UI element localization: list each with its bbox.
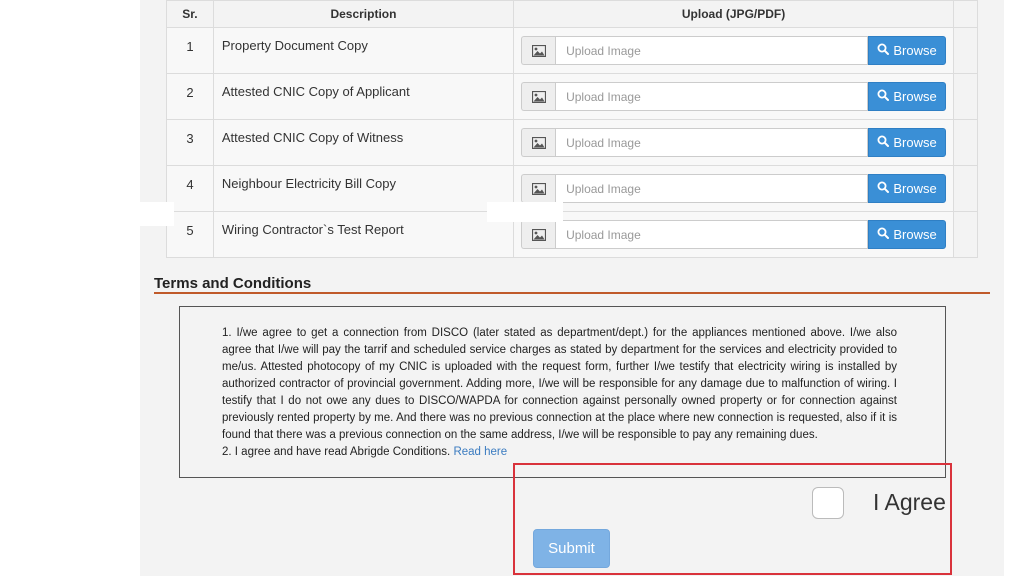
search-icon — [877, 135, 890, 150]
terms-paragraph-2-text: 2. I agree and have read Abrigde Conditi… — [222, 446, 451, 458]
browse-button[interactable]: Browse — [868, 220, 947, 249]
browse-label: Browse — [893, 135, 937, 150]
row-description: Attested CNIC Copy of Applicant — [212, 73, 515, 120]
row-spacer — [953, 211, 978, 258]
browse-label: Browse — [893, 227, 937, 242]
browse-label: Browse — [893, 89, 937, 104]
browse-label: Browse — [893, 181, 937, 196]
upload-file-input[interactable]: Upload Image — [555, 36, 869, 65]
image-icon — [521, 220, 556, 249]
terms-box: 1. I/we agree to get a connection from D… — [179, 306, 946, 478]
table-row: 3 Attested CNIC Copy of Witness Upload Ima… — [166, 119, 978, 166]
browse-label: Browse — [893, 43, 937, 58]
row-description: Attested CNIC Copy of Witness — [212, 119, 515, 166]
image-icon — [521, 36, 556, 65]
table-row: 4 Neighbour Electricity Bill Copy Upload I… — [166, 165, 978, 212]
row-upload-cell: Upload Image Browse — [513, 211, 955, 258]
terms-divider — [154, 292, 990, 294]
row-spacer — [953, 119, 978, 166]
table-row: 5 Wiring Contractor`s Test Report Upload I… — [166, 211, 978, 258]
file-upload-group: Upload Image Browse — [521, 220, 947, 249]
row-sr: 1 — [166, 27, 214, 74]
file-upload-group: Upload Image Browse — [521, 82, 947, 111]
row-upload-cell: Upload Image Browse — [513, 27, 955, 74]
row-sr: 3 — [166, 119, 214, 166]
read-here-link[interactable]: Read here — [453, 446, 507, 458]
upload-file-input[interactable]: Upload Image — [555, 128, 869, 157]
image-icon — [521, 82, 556, 111]
row-spacer — [953, 73, 978, 120]
browse-button[interactable]: Browse — [868, 82, 947, 111]
file-upload-group: Upload Image Browse — [521, 36, 947, 65]
upload-file-input[interactable]: Upload Image — [555, 82, 869, 111]
file-upload-group: Upload Image Browse — [521, 128, 947, 157]
upload-file-input[interactable]: Upload Image — [555, 220, 869, 249]
row-upload-cell: Upload Image Browse — [513, 119, 955, 166]
terms-paragraph-1: 1. I/we agree to get a connection from D… — [222, 327, 897, 441]
mask-middle — [487, 202, 563, 222]
terms-title: Terms and Conditions — [154, 275, 312, 292]
row-upload-cell: Upload Image Browse — [513, 165, 955, 212]
browse-button[interactable]: Browse — [868, 174, 947, 203]
table-header-row: Sr. Description Upload (JPG/PDF) — [166, 0, 978, 28]
browse-button[interactable]: Browse — [868, 128, 947, 157]
table-row: 1 Property Document Copy Upload Image Brows… — [166, 27, 978, 74]
search-icon — [877, 227, 890, 242]
header-upload: Upload (JPG/PDF) — [513, 0, 955, 28]
header-spacer — [953, 0, 978, 28]
search-icon — [877, 43, 890, 58]
header-sr: Sr. — [166, 0, 214, 28]
search-icon — [877, 181, 890, 196]
terms-paragraph-2: 2. I agree and have read Abrigde Conditi… — [222, 444, 897, 461]
header-description: Description — [212, 0, 515, 28]
row-description: Neighbour Electricity Bill Copy — [212, 165, 515, 212]
row-upload-cell: Upload Image Browse — [513, 73, 955, 120]
row-spacer — [953, 165, 978, 212]
highlight-box — [513, 463, 952, 575]
mask-left — [140, 202, 174, 226]
upload-file-input[interactable]: Upload Image — [555, 174, 869, 203]
table-row: 2 Attested CNIC Copy of Applicant Upload I… — [166, 73, 978, 120]
search-icon — [877, 89, 890, 104]
file-upload-group: Upload Image Browse — [521, 174, 947, 203]
row-description: Wiring Contractor`s Test Report — [212, 211, 515, 258]
image-icon — [521, 174, 556, 203]
row-sr: 2 — [166, 73, 214, 120]
upload-table: Sr. Description Upload (JPG/PDF) 1 Proper… — [166, 0, 978, 258]
browse-button[interactable]: Browse — [868, 36, 947, 65]
row-description: Property Document Copy — [212, 27, 515, 74]
image-icon — [521, 128, 556, 157]
row-spacer — [953, 27, 978, 74]
